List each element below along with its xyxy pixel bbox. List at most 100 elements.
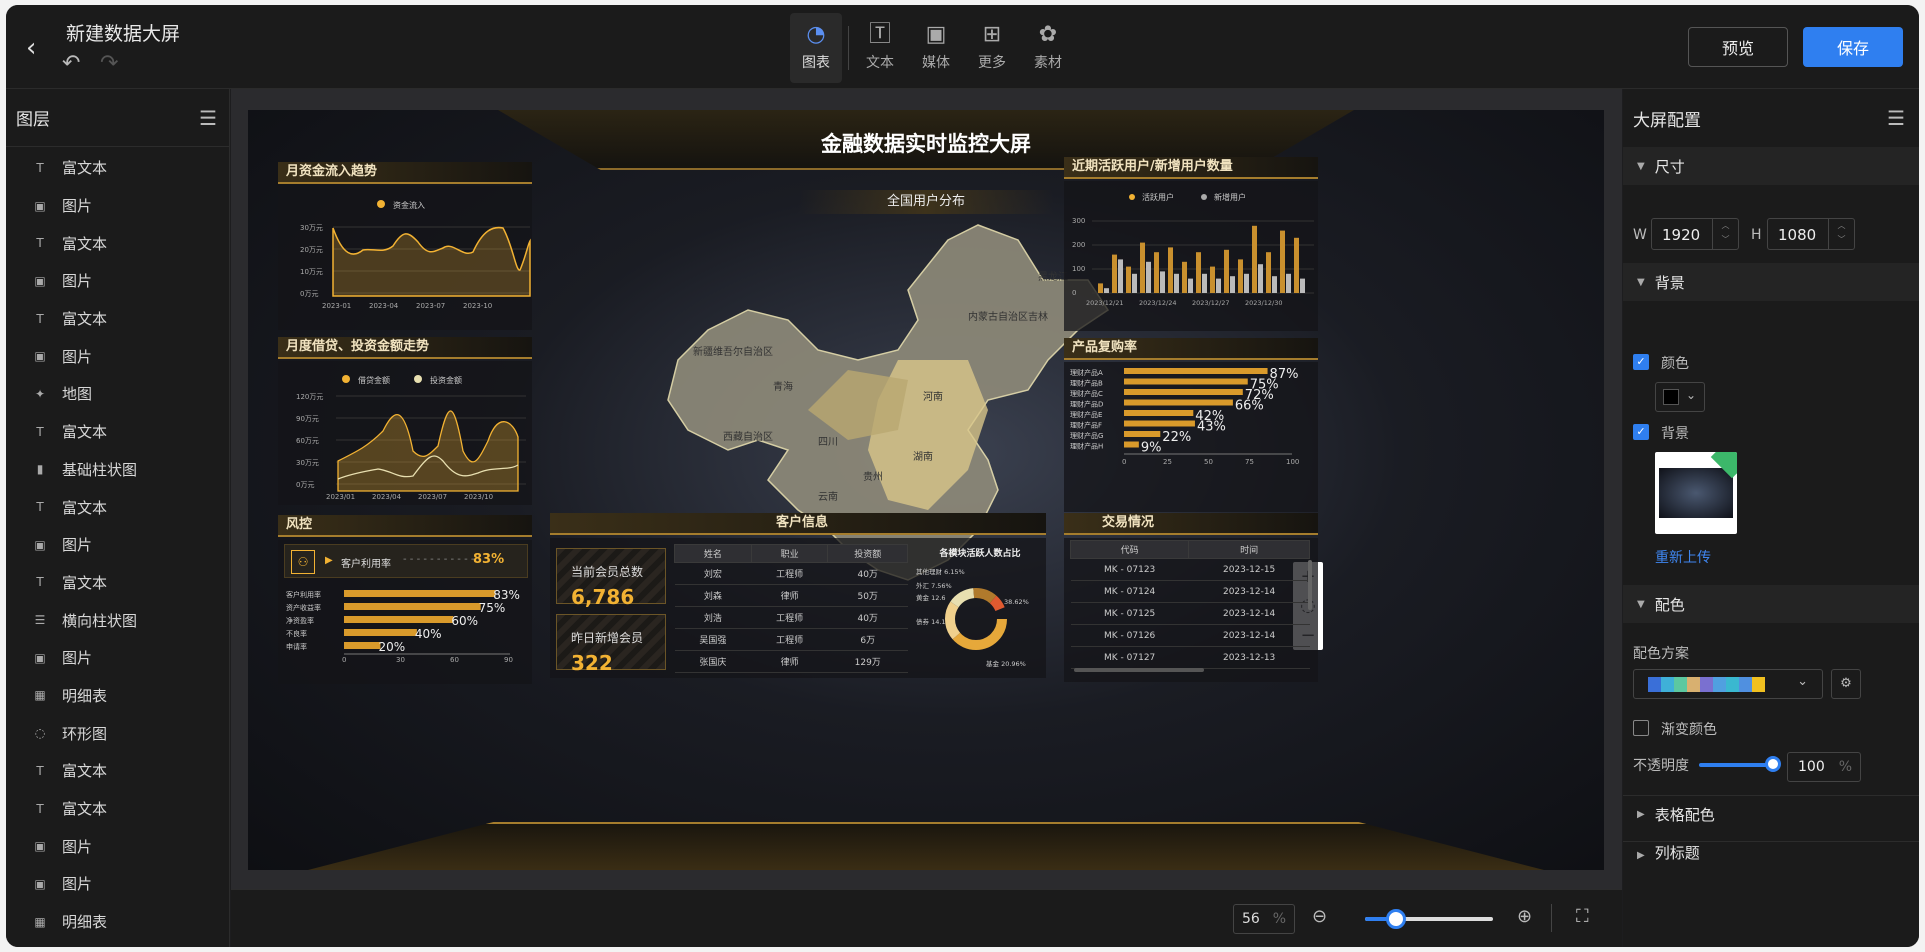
layer-item[interactable]: ▣ 图片 — [6, 262, 229, 300]
layer-item[interactable]: T 富文本 — [6, 564, 229, 602]
color-picker[interactable]: ⌄ — [1655, 382, 1705, 412]
tool-text[interactable]: 🅃 文本 — [855, 13, 905, 83]
section-table-colors[interactable]: ▶ 表格配色 — [1623, 795, 1919, 833]
layer-item[interactable]: ▣ 图片 — [6, 337, 229, 375]
back-icon[interactable]: ‹ — [26, 33, 36, 63]
opacity-input[interactable]: 100% — [1787, 752, 1861, 782]
redo-icon[interactable]: ↷ — [100, 51, 118, 76]
tool-more[interactable]: ⊞ 更多 — [967, 13, 1017, 83]
zoom-out-icon[interactable]: ⊖ — [1312, 906, 1327, 927]
zoom-input[interactable]: 56% — [1233, 904, 1295, 934]
legend-label: 借贷金额 — [358, 375, 390, 385]
layer-item[interactable]: T 富文本 — [6, 790, 229, 828]
layer-item[interactable]: ▦ 明细表 — [6, 677, 229, 715]
column-header[interactable]: 职业 — [750, 544, 829, 563]
slider-handle[interactable] — [1765, 756, 1781, 772]
app-window: ‹ 新建数据大屏 ↶ ↷ ◔ 图表 🅃 文本 ▣ 媒体 ⊞ 更多 ✿ 素材 预览 保存 图… — [6, 5, 1919, 947]
section-background[interactable]: ▼ 背景 — [1623, 263, 1919, 301]
bar-label: 净资盈率 — [286, 616, 314, 625]
layer-item[interactable]: T 富文本 — [6, 413, 229, 451]
section-palette[interactable]: ▼ 配色 — [1623, 585, 1919, 623]
reupload-link[interactable]: 重新上传 — [1655, 547, 1711, 567]
undo-icon[interactable]: ↶ — [62, 51, 80, 76]
tick-label: 100 — [1286, 458, 1299, 466]
column-header[interactable]: 时间 — [1188, 540, 1310, 559]
scrollbar[interactable] — [1074, 668, 1204, 672]
image-icon: ▣ — [925, 22, 947, 47]
bar — [344, 629, 417, 636]
tool-chart[interactable]: ◔ 图表 — [790, 13, 842, 83]
table-row[interactable]: MK - 07124 2023-12-14 — [1070, 580, 1310, 603]
layer-item[interactable]: T 富文本 — [6, 224, 229, 262]
column-header[interactable]: 姓名 — [674, 544, 752, 563]
column-header[interactable]: 代码 — [1069, 540, 1190, 559]
scrollbar[interactable] — [1308, 560, 1312, 610]
background-checkbox[interactable]: ✓ — [1633, 424, 1649, 440]
stepper-icon[interactable]: ︿ ﹀ — [1828, 219, 1854, 249]
table-row[interactable]: 张国庆 律师 129万 — [674, 650, 908, 673]
table-row[interactable]: 刘森 律师 50万 — [674, 584, 908, 607]
gradient-checkbox[interactable] — [1633, 720, 1649, 736]
layer-item[interactable]: ▣ 图片 — [6, 865, 229, 903]
color-checkbox[interactable]: ✓ — [1633, 354, 1649, 370]
panel-title: 月资金流入趋势 — [278, 162, 532, 184]
column-header[interactable]: 投资额 — [827, 544, 908, 563]
layer-item[interactable]: T 富文本 — [6, 300, 229, 338]
layer-item[interactable]: ▮ 基础柱状图 — [6, 451, 229, 489]
layer-item[interactable]: ◌ 环形图 — [6, 714, 229, 752]
layer-item[interactable]: ▦ 明细表 — [6, 903, 229, 941]
background-thumbnail[interactable] — [1655, 452, 1737, 534]
layer-item[interactable]: ▣ 图片 — [6, 187, 229, 225]
layer-item[interactable]: ▣ 图片 — [6, 639, 229, 677]
opacity-slider[interactable] — [1699, 756, 1781, 772]
fit-screen-icon[interactable]: ⛶ — [1576, 906, 1589, 927]
layer-item[interactable]: T 富文本 — [6, 752, 229, 790]
table-row[interactable]: 刘宏 工程师 40万 — [674, 562, 908, 585]
palette-select[interactable]: ⌄ — [1633, 669, 1823, 699]
caret-right-icon: ▶ — [1637, 809, 1645, 820]
table-cell: MK - 07127 — [1070, 646, 1189, 669]
slider-handle[interactable] — [1385, 909, 1406, 929]
bar-label: 理财产品H — [1070, 442, 1103, 451]
settings-icon[interactable]: ⚙ — [1831, 669, 1861, 699]
layer-item[interactable]: ☰ 横向柱状图 — [6, 601, 229, 639]
tool-material[interactable]: ✿ 素材 — [1023, 13, 1073, 83]
menu-icon[interactable]: ☰ — [1887, 106, 1905, 130]
table-row[interactable]: MK - 07125 2023-12-14 — [1070, 602, 1310, 625]
width-value: 1920 — [1662, 226, 1701, 244]
zoom-slider[interactable] — [1365, 909, 1493, 929]
table-row[interactable]: 刘浩 工程师 40万 — [674, 606, 908, 629]
dashboard-screen[interactable]: 金融数据实时监控大屏 全国用户分布 黑龙江 内蒙古自治区 吉林 新疆维吾尔自治区… — [248, 110, 1604, 870]
table-row[interactable]: MK - 07126 2023-12-14 — [1070, 624, 1310, 647]
layer-item[interactable]: ▣ 图片 — [6, 526, 229, 564]
table-row[interactable]: MK - 07127 2023-12-13 — [1070, 646, 1310, 669]
height-input[interactable]: 1080 ︿ ﹀ — [1767, 218, 1855, 250]
zoom-in-icon[interactable]: ⊕ — [1517, 906, 1532, 927]
caret-down-icon: ▼ — [1637, 160, 1645, 172]
save-button[interactable]: 保存 — [1803, 27, 1903, 67]
layer-item[interactable]: ✦ 地图 — [6, 375, 229, 413]
table-row[interactable]: MK - 07123 2023-12-15 — [1070, 558, 1310, 581]
inflow-line-chart: 资金流入 30万元 20万元 10万元 0万元 2023-01 2023-04 2023-0… — [300, 200, 531, 310]
layer-item[interactable]: T 富文本 — [6, 149, 229, 187]
stat-label: 昨日新增会员 — [571, 631, 644, 645]
table-cell: 2023-12-14 — [1188, 580, 1310, 603]
layer-item[interactable]: T 富文本 — [6, 488, 229, 526]
opacity-unit: % — [1838, 759, 1852, 775]
bar — [1124, 420, 1195, 427]
donut-label: 债券 14.1 — [916, 617, 946, 626]
preview-button[interactable]: 预览 — [1688, 27, 1788, 67]
table-row[interactable]: 吴国强 工程师 6万 — [674, 628, 908, 651]
layer-type-icon: T — [36, 311, 44, 326]
section-column-title[interactable]: ▶ 列标题 — [1623, 841, 1919, 861]
width-input[interactable]: 1920 ︿ ﹀ — [1651, 218, 1739, 250]
menu-icon[interactable]: ☰ — [199, 106, 217, 130]
section-size[interactable]: ▼ 尺寸 — [1623, 147, 1919, 185]
stat-value: 322 — [571, 651, 613, 675]
layer-type-icon: ▣ — [34, 198, 46, 213]
stepper-icon[interactable]: ︿ ﹀ — [1712, 219, 1738, 249]
section-label: 列标题 — [1654, 844, 1700, 861]
layer-item[interactable]: ▣ 图片 — [6, 827, 229, 865]
bar-active-users — [1140, 242, 1145, 293]
tool-media[interactable]: ▣ 媒体 — [911, 13, 961, 83]
